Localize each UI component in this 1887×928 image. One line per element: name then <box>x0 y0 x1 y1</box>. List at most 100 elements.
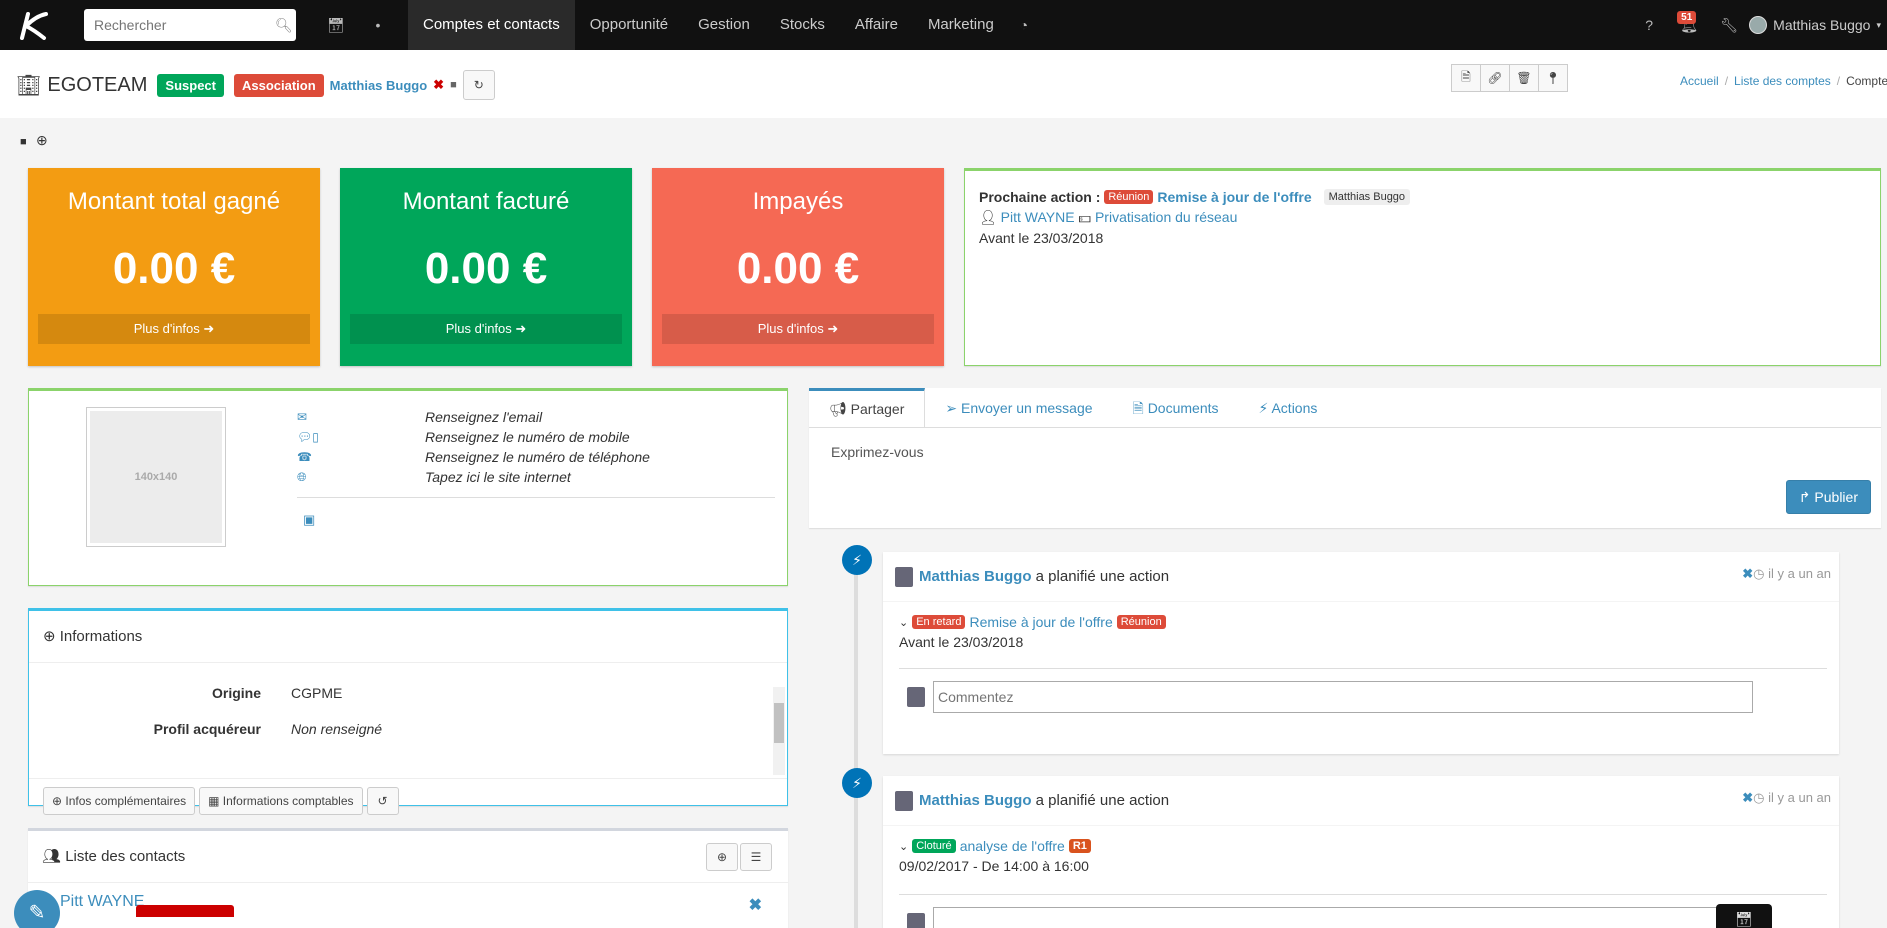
header-actions: 🗎︎ 🔗︎ 🗑︎ 📍︎ <box>1451 64 1568 92</box>
plus-circle-icon[interactable]: ⊕ <box>43 628 56 645</box>
status-badge[interactable]: Suspect <box>157 73 224 97</box>
bell-icon[interactable]: 🔔︎ 51 <box>1669 10 1709 34</box>
type-badge[interactable]: Association <box>233 73 324 97</box>
page-title: EGOTEAM <box>47 73 148 96</box>
action-type-badge: Réunion <box>1104 190 1154 204</box>
search-input[interactable] <box>94 17 275 33</box>
chevron-down-icon[interactable]: ⌄ <box>899 840 908 853</box>
remove-owner-icon[interactable]: ✖ <box>433 77 444 93</box>
map-marker-icon[interactable]: 📍︎ <box>1538 64 1568 92</box>
caret-down-icon: ▾ <box>1876 19 1881 30</box>
add-circle-icon[interactable]: ⊕ <box>36 132 48 149</box>
top-navbar: 🔍︎ 📅︎ • Comptes et contacts Opportunité … <box>0 0 1887 50</box>
close-icon[interactable]: ✖ <box>1742 566 1753 581</box>
breadcrumb-accueil[interactable]: Accueil <box>1680 74 1719 88</box>
pdf-icon[interactable]: 🗎︎ <box>1451 64 1481 92</box>
nav-comptes-contacts[interactable]: Comptes et contacts <box>408 0 575 50</box>
trash-icon[interactable]: 🗑︎ <box>1509 64 1539 92</box>
share-input[interactable]: Exprimez-vous <box>809 428 1881 476</box>
email-row[interactable]: ✉ Renseignez l'email <box>297 407 775 427</box>
nav-marketing[interactable]: Marketing <box>913 0 1009 50</box>
nav-gestion[interactable]: Gestion <box>683 0 765 50</box>
search-box: 🔍︎ <box>84 9 296 41</box>
activity-panel: 📢︎ Partager ➢ Envoyer un message 🗎︎ Docu… <box>809 388 1881 528</box>
stat-title: Montant total gagné <box>67 188 281 215</box>
link-icon[interactable]: 🔗︎ <box>1480 64 1510 92</box>
archive-icon[interactable]: ■ <box>450 79 457 91</box>
comment-input[interactable] <box>933 681 1753 713</box>
remove-contact-icon[interactable]: ✖ <box>749 895 762 915</box>
globe-icon: 🌐︎ <box>297 469 307 484</box>
avatar <box>907 913 925 928</box>
profile-image[interactable]: 140x140 <box>86 407 226 547</box>
more-info-link[interactable]: Plus d'infos ➜ <box>350 314 622 344</box>
breadcrumb-liste-comptes[interactable]: Liste des comptes <box>1734 74 1831 88</box>
nav-stocks[interactable]: Stocks <box>765 0 840 50</box>
action-type-badge: Réunion <box>1116 615 1166 629</box>
history-button[interactable]: ↺ <box>366 787 399 815</box>
phone-row[interactable]: ☎ Renseignez le numéro de téléphone <box>297 447 775 467</box>
refresh-button[interactable]: ↻ <box>462 70 495 100</box>
calendar-icon[interactable]: 📅︎ <box>312 17 360 34</box>
user-menu[interactable]: Matthias Buggo ▾ <box>1749 16 1887 34</box>
nav-opportunite[interactable]: Opportunité <box>575 0 683 50</box>
stat-invoiced: Montant facturé 0.00 € Plus d'infos ➜ <box>340 168 632 366</box>
action-detail: 09/02/2017 - De 14:00 à 16:00 <box>899 858 1089 874</box>
tab-documents[interactable]: 🗎︎ Documents <box>1113 388 1239 427</box>
page-header: 🏢︎ EGOTEAM Suspect Association Matthias … <box>0 50 1887 118</box>
contact-link[interactable]: Pitt WAYNE <box>1001 209 1075 225</box>
nav-right: ? 🔔︎ 51 🔧︎ Matthias Buggo ▾ <box>1629 0 1887 50</box>
more-info-link[interactable]: Plus d'infos ➜ <box>662 314 934 344</box>
contact-item-link[interactable]: Pitt WAYNE <box>60 893 144 910</box>
website-row[interactable]: 🌐︎ Tapez ici le site internet <box>297 467 775 487</box>
timeline-time: ✖◷ il y a un an <box>1742 566 1831 581</box>
author-link[interactable]: Matthias Buggo <box>919 792 1032 809</box>
edit-fab-button[interactable]: ✎ <box>14 890 60 928</box>
owner-link[interactable]: Matthias Buggo <box>330 78 428 93</box>
building-icon: 🏢︎ <box>16 74 42 97</box>
informations-scroll[interactable]: Origine CGPME Profil acquéreur Non rense… <box>29 685 787 779</box>
nav-affaire[interactable]: Affaire <box>840 0 913 50</box>
action-link[interactable]: analyse de l'offre <box>960 838 1065 854</box>
comment-input[interactable] <box>933 907 1753 928</box>
tab-envoyer-message[interactable]: ➢ Envoyer un message <box>925 388 1112 427</box>
stat-title: Impayés <box>752 188 844 215</box>
help-icon[interactable]: ? <box>1629 17 1669 33</box>
paper-plane-icon: ➢ <box>945 400 958 416</box>
accounting-info-button[interactable]: ▦ Informations comptables <box>199 787 363 815</box>
action-link[interactable]: Remise à jour de l'offre <box>969 614 1112 630</box>
lightbulb-icon[interactable]: • <box>360 17 396 33</box>
notification-badge: 51 <box>1677 10 1697 24</box>
app-logo[interactable] <box>0 0 64 50</box>
more-info-button[interactable]: ⊕ Infos complémentaires <box>43 787 196 815</box>
status-badge: Cloturé <box>912 839 956 853</box>
publish-button[interactable]: ↱ Publier <box>1785 480 1871 514</box>
file-icon: 🗎︎ <box>1132 400 1144 416</box>
card-icon[interactable]: ▣ <box>303 512 315 527</box>
tab-actions[interactable]: ⚡︎ Actions <box>1239 388 1338 427</box>
close-icon[interactable]: ✖ <box>1742 790 1753 805</box>
money-icon: 💵︎ <box>1078 209 1092 225</box>
add-contact-button[interactable]: ⊕ <box>706 843 738 871</box>
action-detail: Avant le 23/03/2018 <box>899 634 1024 650</box>
informations-box: ⊕ Informations Origine CGPME Profil acqu… <box>28 608 788 815</box>
contacts-box: 👥︎ Liste des contacts ⊕ ☰ Pitt WAYNE ✖ <box>28 828 788 928</box>
archive-small-icon[interactable]: ■ <box>20 136 27 148</box>
next-action-box: Prochaine action : Réunion Remise à jour… <box>964 168 1881 366</box>
avatar <box>895 790 913 811</box>
scrollbar[interactable] <box>773 687 785 775</box>
chevron-down-icon[interactable]: ⌄ <box>899 616 908 629</box>
list-view-button[interactable]: ☰ <box>740 843 772 871</box>
stat-amount: 0.00 € <box>424 244 548 293</box>
calendar-widget-button[interactable]: 📅︎ <box>1716 904 1772 928</box>
wrench-icon[interactable]: 🔧︎ <box>1709 17 1749 34</box>
opportunity-link[interactable]: Privatisation du réseau <box>1095 209 1237 225</box>
tab-partager[interactable]: 📢︎ Partager <box>809 388 926 427</box>
action-owner-tag: Matthias Buggo <box>1323 189 1411 205</box>
next-action-link[interactable]: Remise à jour de l'offre <box>1157 189 1311 205</box>
mobile-row[interactable]: 💬︎▯ Renseignez le numéro de mobile <box>297 427 775 447</box>
more-info-link[interactable]: Plus d'infos ➜ <box>38 314 310 344</box>
author-link[interactable]: Matthias Buggo <box>919 568 1032 585</box>
dashboard-icon[interactable]: ◔ <box>1009 17 1039 33</box>
search-icon[interactable]: 🔍︎ <box>275 17 293 34</box>
